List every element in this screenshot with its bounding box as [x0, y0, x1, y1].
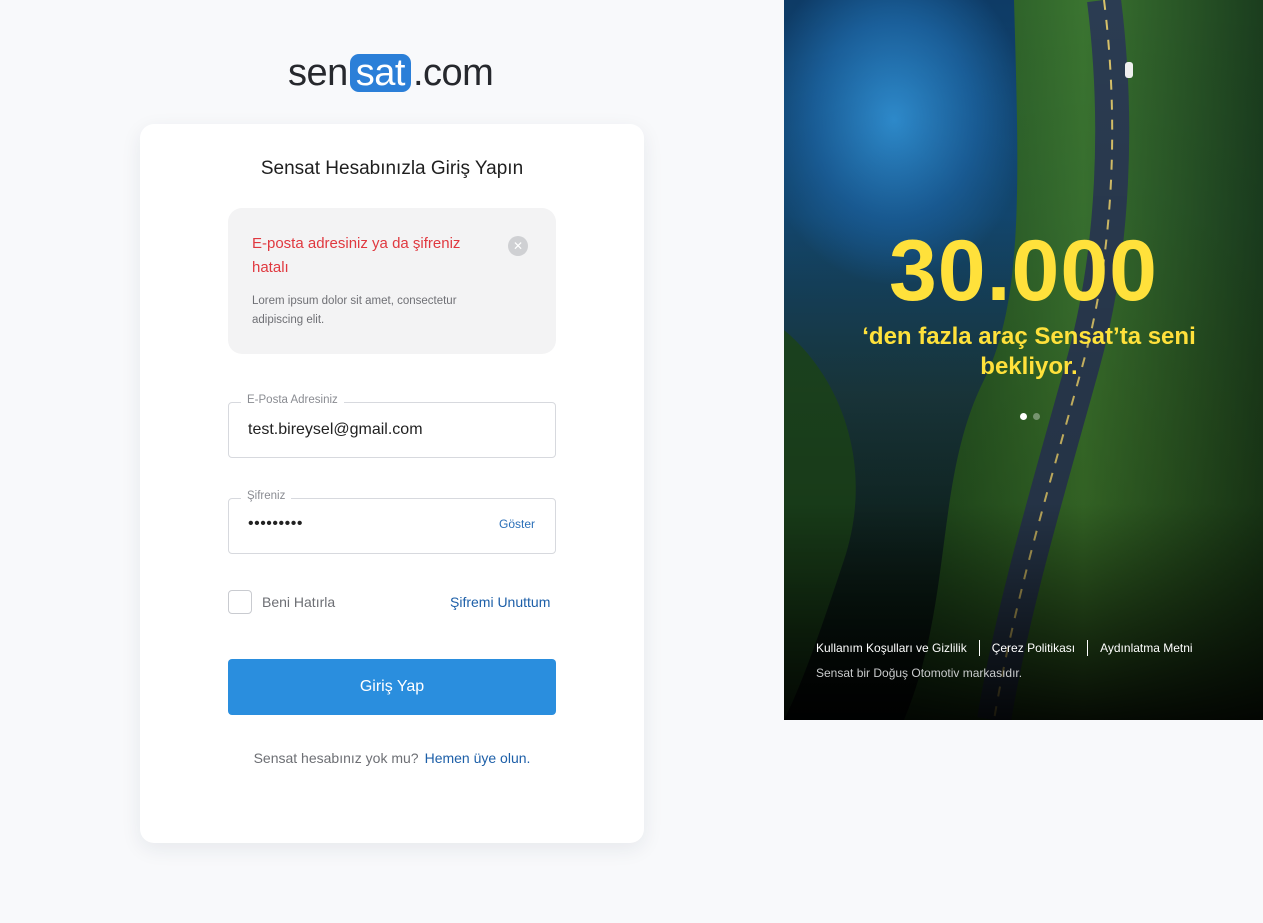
- alert-description: Lorem ipsum dolor sit amet, consectetur …: [252, 295, 457, 326]
- remember-checkbox[interactable]: [228, 590, 252, 614]
- signup-link[interactable]: Hemen üye olun.: [425, 750, 531, 766]
- email-field: E-Posta Adresiniz: [228, 394, 556, 458]
- cookie-policy-link[interactable]: Çerez Politikası: [992, 641, 1075, 655]
- signup-prompt: Sensat hesabınız yok mu? Hemen üye olun.: [140, 750, 644, 766]
- password-input[interactable]: •••••••••: [248, 515, 303, 533]
- alert-title: E-posta adresiniz ya da şifreniz hatalı: [252, 235, 461, 276]
- email-input[interactable]: [248, 403, 488, 457]
- password-field: Şifreniz ••••••••• Göster: [228, 490, 556, 554]
- hero-panel: 30.000 ‘den fazla araç Sensat’ta seni be…: [784, 0, 1263, 720]
- carousel-dots: [1020, 413, 1040, 420]
- divider: [978, 640, 980, 656]
- footer-note: Sensat bir Doğuş Otomotiv markasıdır.: [816, 666, 1023, 680]
- footer-links: Kullanım Koşulları ve Gizlilik Çerez Pol…: [816, 640, 1193, 656]
- page-title: Sensat Hesabınızla Giriş Yapın: [260, 158, 524, 179]
- login-card: Sensat Hesabınızla Giriş Yapın E-posta a…: [140, 124, 644, 843]
- carousel-dot[interactable]: [1020, 413, 1027, 420]
- logo-prefix: sen: [288, 51, 348, 94]
- disclosure-link[interactable]: Aydınlatma Metni: [1100, 641, 1193, 655]
- login-button[interactable]: Giriş Yap: [228, 659, 556, 715]
- logo-suffix: .com: [412, 51, 494, 94]
- password-label: Şifreniz: [241, 490, 292, 502]
- sensat-logo[interactable]: sen sat .com: [288, 51, 494, 94]
- error-alert: E-posta adresiniz ya da şifreniz hatalı …: [228, 208, 556, 354]
- close-icon[interactable]: ✕: [508, 236, 528, 256]
- remember-label: Beni Hatırla: [262, 594, 336, 610]
- hero-text: ‘den fazla araç Sensat’ta seni bekliyor.: [862, 323, 1196, 380]
- hero-number: 30.000: [888, 223, 1159, 319]
- show-password-button[interactable]: Göster: [499, 517, 535, 531]
- terms-link[interactable]: Kullanım Koşulları ve Gizlilik: [816, 641, 967, 655]
- signup-text: Sensat hesabınız yok mu?: [253, 750, 419, 766]
- logo-highlight: sat: [349, 53, 411, 93]
- carousel-dot[interactable]: [1033, 413, 1040, 420]
- remember-me: Beni Hatırla: [228, 590, 335, 614]
- divider: [1087, 640, 1089, 656]
- forgot-password-link[interactable]: Şifremi Unuttum: [450, 594, 550, 610]
